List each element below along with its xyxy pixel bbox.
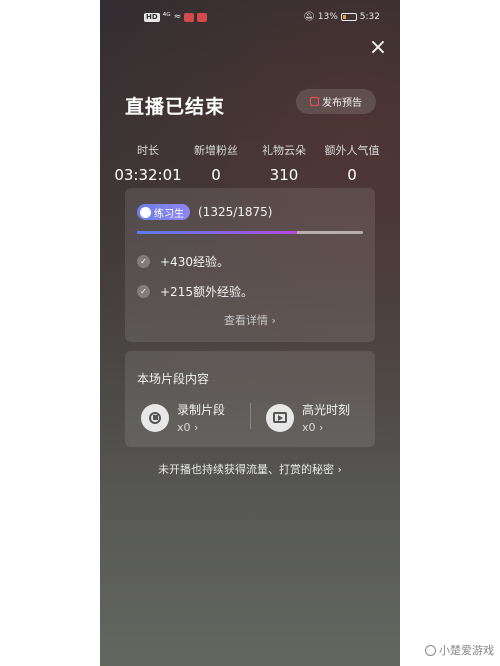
record-icon (141, 403, 169, 432)
level-progress-text: (1325/1875) (198, 205, 273, 219)
hd-indicator: HD (144, 12, 160, 22)
trainee-icon (140, 206, 151, 218)
stats-row: 时长 03:32:01 新增粉丝 0 礼物云朵 310 额外人气值 0 (114, 142, 386, 184)
mute-icon: 🔕︎ (303, 12, 315, 22)
gain-row-experience: ✓ +430经验。 (137, 253, 229, 270)
status-right: 🔕︎ 13% 5:32 (303, 12, 380, 22)
clip-count: x0 › (177, 421, 199, 434)
battery-icon (340, 13, 357, 21)
check-icon: ✓ (137, 255, 150, 268)
level-row: 练习生 (1325/1875) (137, 204, 272, 220)
publish-preview-button[interactable]: 发布预告 (296, 89, 376, 114)
level-badge: 练习生 (137, 204, 190, 220)
watermark-text: 小楚爱游戏 (439, 644, 494, 657)
page-title: 直播已结束 (125, 96, 226, 118)
check-icon: ✓ (137, 285, 150, 298)
stat-label: 礼物云朵 (262, 144, 306, 157)
publish-preview-label: 发布预告 (322, 98, 362, 109)
clock: 5:32 (359, 12, 380, 22)
stat-value: 310 (269, 166, 299, 184)
wifi-icon: ≈ (173, 12, 182, 22)
highlights-button[interactable]: 高光时刻 x0 › (266, 401, 350, 434)
stat-value: 03:32:01 (114, 166, 182, 184)
traffic-secret-link[interactable]: 未开播也持续获得流量、打赏的秘密 › (100, 461, 400, 477)
paw-icon (425, 644, 436, 656)
stat-label: 新增粉丝 (194, 144, 238, 157)
calendar-icon (310, 97, 319, 106)
clip-count: x0 › (302, 421, 324, 434)
level-badge-label: 练习生 (154, 208, 184, 220)
close-icon[interactable]: × (368, 37, 388, 59)
stat-extra-popularity: 额外人气值 0 (318, 142, 386, 184)
clip-name: 高光时刻 (302, 403, 351, 417)
clip-name: 录制片段 (177, 403, 226, 417)
stat-gift-clouds: 礼物云朵 310 (250, 142, 318, 184)
stat-label: 额外人气值 (324, 144, 380, 157)
status-left: HD ⁴ᴳ ≈ (144, 12, 208, 22)
gain-row-extra-experience: ✓ +215额外经验。 (137, 283, 253, 300)
stat-value: 0 (211, 166, 221, 184)
signal-icon: ⁴ᴳ (162, 12, 171, 22)
stat-label: 时长 (137, 144, 159, 157)
clips-divider (250, 403, 251, 429)
live-ended-screen: HD ⁴ᴳ ≈ 🔕︎ 13% 5:32 × 直播已结束 发布预告 时长 03:3… (100, 0, 400, 666)
gain-text: +215额外经验。 (160, 285, 253, 299)
level-progress-bar (137, 231, 363, 234)
video-play-icon (266, 403, 294, 432)
battery-percent: 13% (317, 12, 338, 22)
app-notification-icon-2 (197, 12, 208, 22)
stat-new-fans: 新增粉丝 0 (182, 142, 250, 184)
recorded-clips-button[interactable]: 录制片段 x0 › (141, 401, 225, 434)
clips-title: 本场片段内容 (137, 372, 210, 386)
watermark: 小楚爱游戏 (425, 642, 494, 658)
app-notification-icon (184, 12, 195, 22)
view-details-link[interactable]: 查看详情 › (125, 312, 375, 328)
gain-text: +430经验。 (160, 255, 229, 269)
clips-card: 本场片段内容 录制片段 x0 › 高光时刻 x0 › (125, 351, 375, 447)
status-bar: HD ⁴ᴳ ≈ 🔕︎ 13% 5:32 (100, 10, 400, 26)
level-progress-fill (137, 231, 297, 234)
stat-value: 0 (347, 166, 357, 184)
stat-duration: 时长 03:32:01 (114, 142, 182, 184)
level-card: 练习生 (1325/1875) ✓ +430经验。 ✓ +215额外经验。 查看… (125, 188, 375, 342)
